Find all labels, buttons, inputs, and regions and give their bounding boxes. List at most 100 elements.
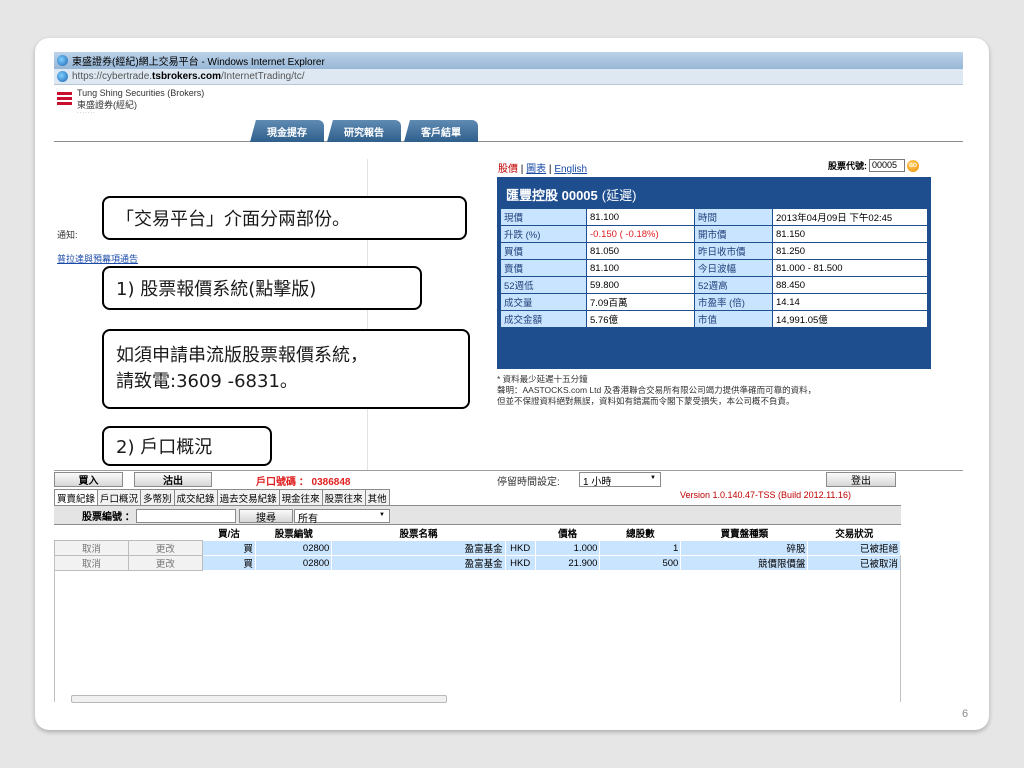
stock-code-input[interactable]: 00005 <box>869 159 905 172</box>
horizontal-scrollbar[interactable] <box>71 695 447 703</box>
ie-icon <box>57 71 68 82</box>
order-cell: 碎股 <box>680 540 809 556</box>
quote-label: 昨日收市價 <box>694 242 773 260</box>
stock-code-area: 股票代號: 00005 GO <box>828 159 919 172</box>
callout-streaming: 如須申請串流版股票報價系統， 請致電:3609 -6831。 <box>102 329 470 409</box>
logout-button[interactable]: 登出 <box>826 472 896 487</box>
callout-account: 2) 戶口概況 <box>102 426 272 466</box>
quote-label: 今日波幅 <box>694 259 773 277</box>
account-number: 戶口號碼 ： 0386848 <box>256 477 351 488</box>
quote-panel: 匯豐控股 00005 (延遲) 現價 81.100 時間 2013年04月09日 下午… <box>497 177 931 369</box>
tab-4[interactable]: 過去交易紀錄 <box>216 489 280 505</box>
quote-value: 81.050 <box>586 242 695 260</box>
idle-time-label: 停留時間設定: <box>497 477 560 488</box>
sell-button[interactable]: 沽出 <box>134 472 212 487</box>
account-tabs: 買賣紀錄 戶口概況 多幣別 成交紀錄 過去交易紀錄 現金往來 股票往來 其他 <box>54 489 390 505</box>
tab-0[interactable]: 買賣紀錄 <box>54 489 99 505</box>
nav-research[interactable]: 研究報告 <box>327 120 401 142</box>
quote-title: 匯豐控股 00005 (延遲) <box>500 180 928 208</box>
notice-link[interactable]: 普拉達與預幕項通告 <box>57 252 138 265</box>
callout-quote-system: 1) 股票報價系統(點擊版) <box>102 266 422 310</box>
disclaimer-line: * 資料最少延遲十五分鐘 <box>497 374 588 384</box>
quote-value: 59.800 <box>586 276 695 294</box>
url-path: /InternetTrading/tc/ <box>220 71 305 82</box>
order-cell: 已被拒絕 <box>807 540 901 556</box>
quote-row: 成交金額 5.76億 市值 14,991.05億 <box>500 310 928 328</box>
quote-label: 成交量 <box>500 293 587 311</box>
orders-header: 買/沽 <box>202 526 256 541</box>
browser-screenshot: 東盛證券(經紀)網上交易平台 - Windows Internet Explor… <box>54 52 963 706</box>
quote-value: 81.000 - 81.500 <box>772 259 928 277</box>
quote-label: 買價 <box>500 242 587 260</box>
orders-area <box>54 555 901 702</box>
buy-button[interactable]: 買入 <box>54 472 123 487</box>
quote-table: 現價 81.100 時間 2013年04月09日 下午02:45 升跌 (%) -0.15… <box>500 208 928 328</box>
link-chart[interactable]: 圖表 <box>526 164 546 175</box>
window-titlebar: 東盛證券(經紀)網上交易平台 - Windows Internet Explor… <box>54 52 963 69</box>
tab-7[interactable]: 其他 <box>364 489 390 505</box>
url-domain: tsbrokers.com <box>152 71 221 82</box>
disclaimer: * 資料最少延遲十五分鐘 聲明：AASTOCKS.com Ltd 及香港聯合交易… <box>497 374 957 407</box>
quote-value: 88.450 <box>772 276 928 294</box>
order-cell: HKD <box>504 540 536 556</box>
ie-icon <box>57 55 68 66</box>
quote-value: 5.76億 <box>586 310 695 328</box>
orders-header: 總股數 <box>599 526 681 541</box>
quote-label: 52週高 <box>694 276 773 294</box>
quote-value: 81.150 <box>772 225 928 243</box>
stock-search-input[interactable] <box>136 509 236 523</box>
disclaimer-line: 但並不保證資料絕對無誤，資料如有錯漏而令閣下蒙受損失，本公司概不負責。 <box>497 396 795 406</box>
order-cell: 盈富基金 <box>331 540 506 556</box>
url-prefix: https://cybertrade. <box>72 71 153 82</box>
go-button[interactable]: GO <box>907 159 919 172</box>
quote-value: 81.100 <box>586 208 695 226</box>
address-bar[interactable]: https://cybertrade. tsbrokers.com/Interne… <box>54 69 963 85</box>
nav-statement[interactable]: 客戶結單 <box>404 120 478 142</box>
company-logo-icon <box>57 92 72 110</box>
orders-header <box>54 526 129 541</box>
logo-english: Tung Shing Securities (Brokers) <box>77 88 205 98</box>
quote-row: 賣價 81.100 今日波幅 81.000 - 81.500 <box>500 259 928 277</box>
order-cell: 1.000 <box>534 540 601 556</box>
tab-2[interactable]: 多幣別 <box>140 489 175 505</box>
idle-time-select[interactable]: 1 小時 <box>579 472 661 488</box>
quote-label: 52週低 <box>500 276 587 294</box>
tab-3[interactable]: 成交紀錄 <box>173 489 218 505</box>
orders-header: 交易狀況 <box>807 526 901 541</box>
table-row: 取消 更改買 02800 盈富基金 HKD 1.000 1 碎股 已被拒絕 <box>54 540 901 556</box>
quote-row: 成交量 7.09百萬 市盈率 (倍) 14.14 <box>500 293 928 311</box>
tab-5[interactable]: 現金往來 <box>278 489 323 505</box>
order-cell: 02800 <box>255 540 333 556</box>
quote-row: 升跌 (%) -0.150 ( -0.18%) 開市價 81.150 <box>500 225 928 243</box>
quote-label: 時間 <box>694 208 773 226</box>
tab-1[interactable]: 戶口概況 <box>97 489 142 505</box>
callout-streaming-line: 如須申請串流版股票報價系統， <box>116 345 368 366</box>
orders-header: 價格 <box>535 526 600 541</box>
order-cell: 買 <box>201 540 257 556</box>
quote-row: 買價 81.050 昨日收市價 81.250 <box>500 242 928 260</box>
quote-label: 市值 <box>694 310 773 328</box>
site-header: Tung Shing Securities (Brokers) 東盛證券(經紀)… <box>54 85 963 142</box>
orders-header <box>505 526 536 541</box>
search-button[interactable]: 搜尋 <box>239 509 293 524</box>
quote-value: 81.100 <box>586 259 695 277</box>
version-text: Version 1.0.140.47-TSS (Build 2012.11.16… <box>680 490 851 500</box>
modify-order-button[interactable]: 更改 <box>127 540 203 556</box>
callout-streaming-line: 請致電:3609 -6831。 <box>116 371 298 392</box>
stock-name: 匯豐控股 00005 <box>506 187 598 203</box>
quote-links: 股價 | 圖表 | English <box>498 164 588 175</box>
link-english[interactable]: English <box>554 164 587 175</box>
quote-label: 賣價 <box>500 259 587 277</box>
window-title: 東盛證券(經紀)網上交易平台 - Windows Internet Explor… <box>72 57 325 68</box>
quote-value: -0.150 ( -0.18%) <box>586 225 695 243</box>
tab-6[interactable]: 股票往來 <box>321 489 366 505</box>
filter-select[interactable]: 所有 <box>294 509 390 525</box>
quote-label: 成交金額 <box>500 310 587 328</box>
nav-cash[interactable]: 現金提存 <box>250 120 324 142</box>
quote-value: 2013年04月09日 下午02:45 <box>772 208 928 226</box>
cancel-order-button[interactable]: 取消 <box>54 540 129 556</box>
quote-row: 52週低 59.800 52週高 88.450 <box>500 276 928 294</box>
disclaimer-line: 聲明：AASTOCKS.com Ltd 及香港聯合交易所有限公司竭力提供準確而可… <box>497 385 817 395</box>
link-price[interactable]: 股價 <box>498 164 518 175</box>
page-number: 6 <box>962 708 969 720</box>
